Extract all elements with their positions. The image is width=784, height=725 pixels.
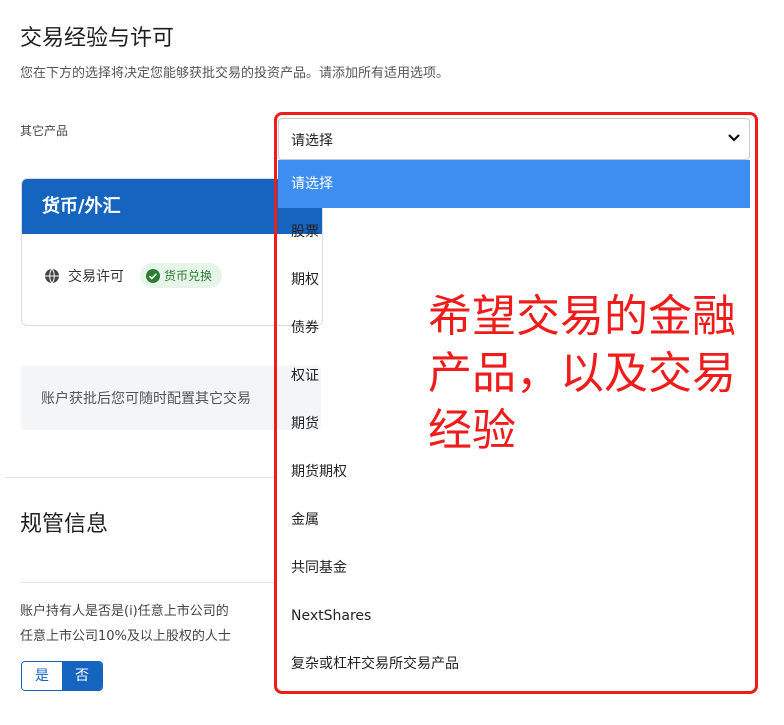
- yes-no-toggle[interactable]: 是 否: [21, 661, 103, 691]
- regulatory-title: 规管信息: [20, 512, 109, 537]
- permission-label: 交易许可: [68, 268, 124, 285]
- divider: [5, 477, 275, 478]
- status-badge: 货币兑换: [140, 263, 223, 288]
- annotation-text: 希望交易的金融产品，以及交易经验: [428, 291, 736, 456]
- permission-row: 交易许可 货币兑换: [44, 263, 223, 288]
- regulatory-question-line2: 任意上市公司10%及以上股权的人士: [20, 629, 231, 644]
- globe-icon: [45, 268, 59, 283]
- page-subtitle: 您在下方的选择将决定您能够获批交易的投资产品。请添加所有适用选项。: [20, 66, 450, 81]
- page-title: 交易经验与许可: [20, 26, 175, 51]
- yes-button[interactable]: 是: [22, 662, 62, 690]
- badge-label: 货币兑换: [164, 269, 213, 283]
- check-circle-icon: [146, 268, 160, 283]
- divider: [20, 582, 275, 583]
- other-products-label: 其它产品: [20, 124, 69, 138]
- no-button[interactable]: 否: [62, 662, 102, 690]
- info-text: 账户获批后您可随时配置其它交易: [41, 391, 251, 407]
- regulatory-question-line1: 账户持有人是否是(i)任意上市公司的: [20, 604, 229, 619]
